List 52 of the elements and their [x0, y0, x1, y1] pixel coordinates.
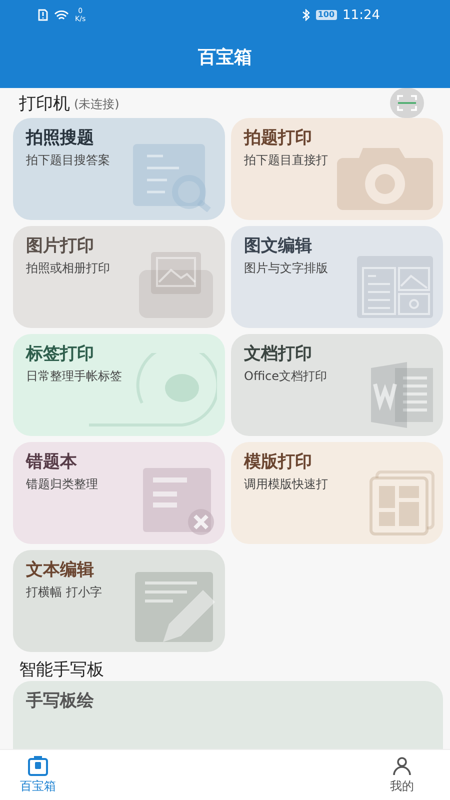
tool-card[interactable]: 拍题打印 拍下题目直接打 — [231, 118, 443, 220]
card-title: 图片打印 — [26, 235, 94, 257]
tool-card[interactable]: 图片打印 拍照或相册打印 — [13, 226, 225, 328]
section-title: 智能手写板 — [19, 659, 104, 681]
bluetooth-icon — [302, 9, 310, 21]
note-edit-icon — [135, 572, 215, 642]
card-subtitle: 拍下题目直接打 — [244, 152, 328, 169]
card-title: 手写板绘 — [26, 690, 94, 712]
page-title: 百宝箱 — [198, 46, 252, 69]
word-document-icon — [371, 362, 433, 428]
battery-indicator: 100 — [316, 10, 337, 20]
nav-tab[interactable]: 我的 — [382, 750, 422, 800]
card-subtitle: 拍照或相册打印 — [26, 260, 110, 277]
card-subtitle: 调用模版快速打 — [244, 476, 328, 493]
card-subtitle: 图片与文字排版 — [244, 260, 328, 277]
card-title: 图文编辑 — [244, 235, 312, 257]
tool-card[interactable]: 文本编辑 打横幅 打小字 — [13, 550, 225, 652]
layout-editor-icon — [357, 256, 433, 318]
card-subtitle: 错题归类整理 — [26, 476, 98, 493]
card-title: 拍照搜题 — [26, 127, 94, 149]
card-title: 文本编辑 — [26, 559, 94, 581]
card-title: 模版打印 — [244, 451, 312, 473]
card-title: 错题本 — [26, 451, 77, 473]
card-subtitle: 日常整理手帐标签 — [26, 368, 122, 385]
tool-card[interactable]: 标签打印 日常整理手帐标签 — [13, 334, 225, 436]
tool-card[interactable]: 拍照搜题 拍下题目搜答案 — [13, 118, 225, 220]
card-subtitle: 打横幅 打小字 — [26, 584, 102, 601]
nav-tab[interactable]: 百宝箱 — [12, 750, 64, 800]
card-title: 文档打印 — [244, 343, 312, 365]
tool-card[interactable]: 手写板绘 — [13, 681, 443, 749]
sim-card-icon — [38, 9, 48, 21]
tool-card[interactable]: 图文编辑 图片与文字排版 — [231, 226, 443, 328]
clock-time: 11:24 — [342, 8, 380, 22]
delete-note-icon — [143, 468, 214, 535]
toolbox-icon — [27, 756, 49, 776]
scan-button[interactable] — [390, 88, 424, 118]
card-title: 标签打印 — [26, 343, 94, 365]
document-search-icon — [133, 144, 211, 212]
card-subtitle: 拍下题目搜答案 — [26, 152, 110, 169]
card-subtitle: Office文档打印 — [244, 368, 328, 385]
section-title: 打印机 — [19, 92, 70, 114]
template-layout-icon — [370, 470, 434, 536]
card-title: 拍题打印 — [244, 127, 312, 149]
connection-status: (未连接) — [74, 96, 120, 113]
camera-icon — [337, 148, 433, 210]
tool-card[interactable]: 模版打印 调用模版快速打 — [231, 442, 443, 544]
person-icon — [392, 756, 412, 776]
photo-tray-icon — [139, 252, 213, 318]
tool-card[interactable]: 文档打印 Office文档打印 — [231, 334, 443, 436]
wifi-icon — [54, 10, 69, 20]
tool-card[interactable]: 错题本 错题归类整理 — [13, 442, 225, 544]
scan-icon — [397, 95, 417, 111]
